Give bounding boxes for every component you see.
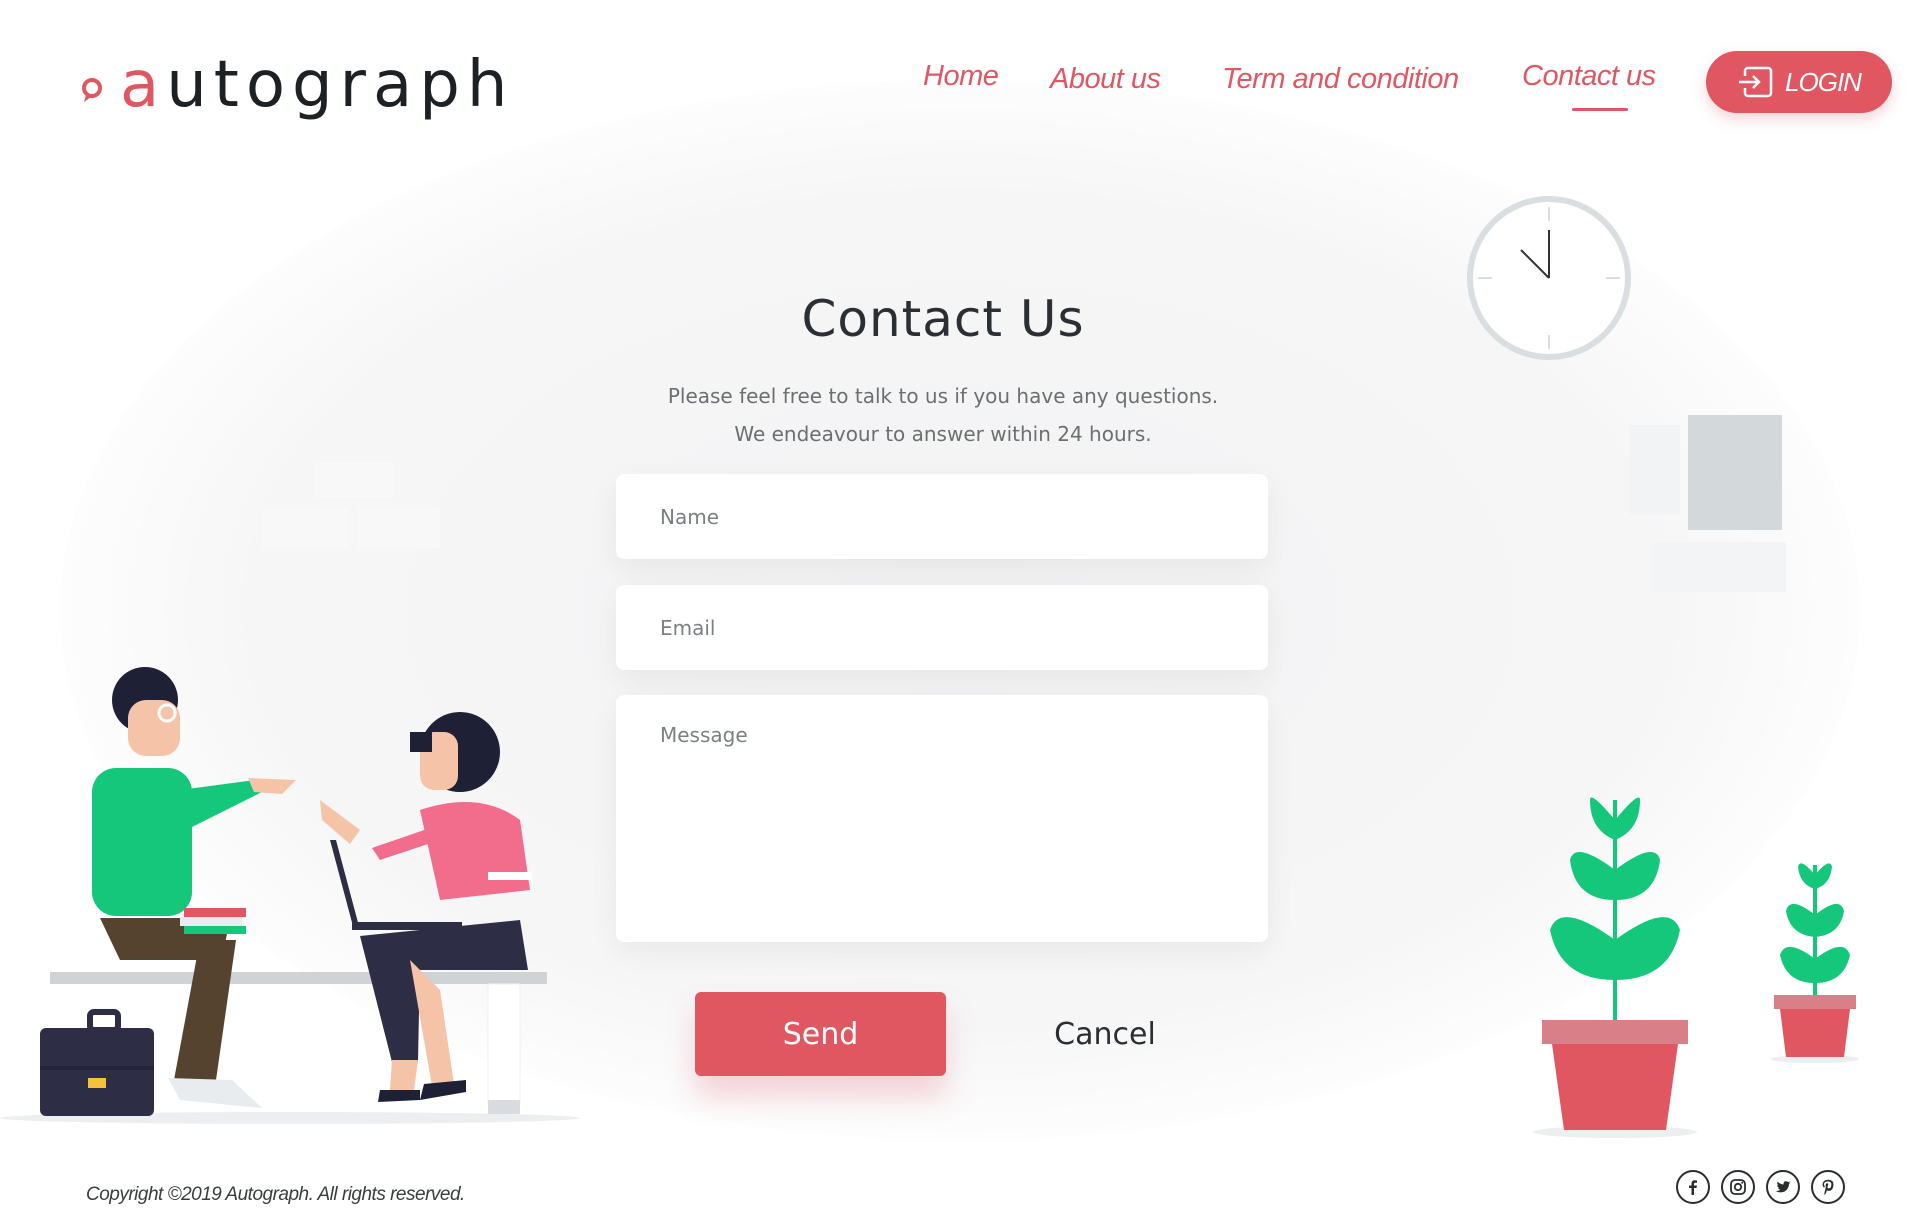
wall-frame-left-2 — [262, 508, 348, 548]
page-subtitle-line-1: Please feel free to talk to us if you ha… — [667, 384, 1219, 408]
wall-frame-left-1 — [315, 462, 395, 498]
facebook-icon[interactable] — [1676, 1170, 1710, 1204]
twitter-icon[interactable] — [1766, 1170, 1800, 1204]
login-label: LOGIN — [1785, 66, 1862, 97]
nav-terms[interactable]: Term and condition — [1222, 63, 1459, 96]
pinterest-icon[interactable] — [1811, 1170, 1845, 1204]
name-field[interactable] — [616, 474, 1268, 559]
instagram-icon[interactable] — [1721, 1170, 1755, 1204]
message-field[interactable] — [616, 695, 1268, 942]
nav-home[interactable]: Home — [923, 60, 999, 93]
login-icon — [1737, 66, 1773, 98]
cancel-button[interactable]: Cancel — [1030, 992, 1180, 1076]
login-button[interactable]: LOGIN — [1706, 51, 1892, 113]
social-links — [1676, 1170, 1845, 1204]
nav-contact-us[interactable]: Contact us — [1522, 60, 1656, 93]
nav-about-us[interactable]: About us — [1050, 63, 1161, 96]
top-navigation: Home About us Term and condition Contact… — [0, 58, 1920, 118]
large-plant-illustration — [1533, 797, 1697, 1138]
small-plant-illustration — [1771, 863, 1859, 1063]
email-field[interactable] — [616, 585, 1268, 670]
people-talking-illustration — [0, 667, 580, 1124]
wall-frame-left-3 — [358, 508, 440, 548]
nav-active-indicator — [1572, 108, 1628, 111]
send-button[interactable]: Send — [695, 992, 946, 1076]
copyright-text: Copyright ©2019 Autograph. All rights re… — [86, 1184, 465, 1205]
page-title: Contact Us — [801, 290, 1085, 348]
page-subtitle-line-2: We endeavour to answer within 24 hours. — [734, 422, 1152, 446]
wall-shelf — [1652, 542, 1786, 592]
